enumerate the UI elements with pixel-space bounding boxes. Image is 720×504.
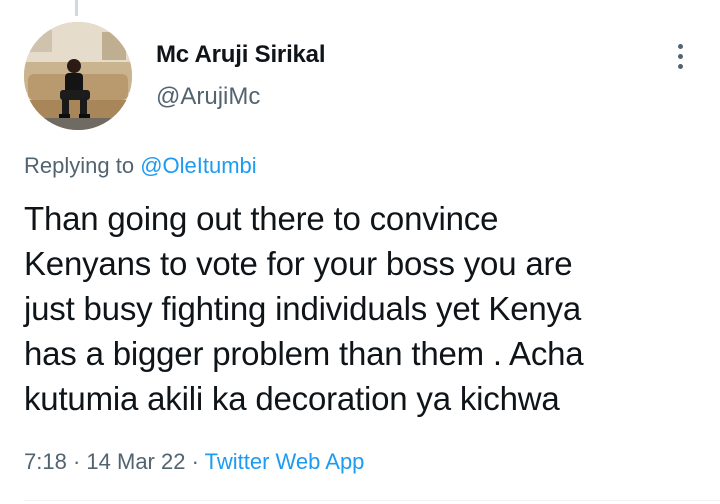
author-display-name[interactable]: Mc Aruji Sirikal bbox=[156, 40, 326, 70]
tweet-text-line: Than going out there to convince bbox=[24, 200, 499, 237]
tweet-text-line: Kenyans to vote for your boss you are bbox=[24, 245, 573, 282]
more-vertical-icon bbox=[677, 43, 683, 49]
tweet-detail: Mc Aruji Sirikal @ArujiMc Replying to @O… bbox=[0, 0, 720, 504]
tweet-source-link[interactable]: Twitter Web App bbox=[205, 449, 365, 474]
tweet-text-line: just busy fighting individuals yet Kenya bbox=[24, 290, 581, 327]
replying-to-line: Replying to @OleItumbi bbox=[24, 152, 257, 180]
tweet-text-line: kutumia akili ka decoration ya kichwa bbox=[24, 380, 560, 417]
replying-to-mention-link[interactable]: @OleItumbi bbox=[140, 153, 256, 178]
more-vertical-icon-dot bbox=[677, 53, 683, 59]
meta-separator: · bbox=[72, 449, 81, 474]
tweet-meta: 7:18 · 14 Mar 22 · Twitter Web App bbox=[24, 447, 364, 477]
divider bbox=[24, 500, 720, 501]
author-handle[interactable]: @ArujiMc bbox=[156, 82, 325, 112]
meta-separator: · bbox=[191, 449, 199, 474]
replying-to-label: Replying to bbox=[24, 153, 135, 178]
more-options-button[interactable] bbox=[666, 38, 694, 74]
thread-connector-line bbox=[75, 0, 78, 16]
more-vertical-icon-dot bbox=[677, 63, 683, 69]
avatar-photo bbox=[24, 22, 132, 130]
tweet-time[interactable]: 7:18 bbox=[24, 449, 67, 474]
tweet-date[interactable]: 14 Mar 22 bbox=[86, 449, 185, 474]
avatar[interactable] bbox=[24, 22, 132, 130]
author-block: Mc Aruji Sirikal @ArujiMc bbox=[156, 40, 326, 112]
tweet-text-line: has a bigger problem than them . Acha bbox=[24, 335, 584, 372]
tweet-text: Than going out there to convince Kenyans… bbox=[24, 196, 714, 421]
